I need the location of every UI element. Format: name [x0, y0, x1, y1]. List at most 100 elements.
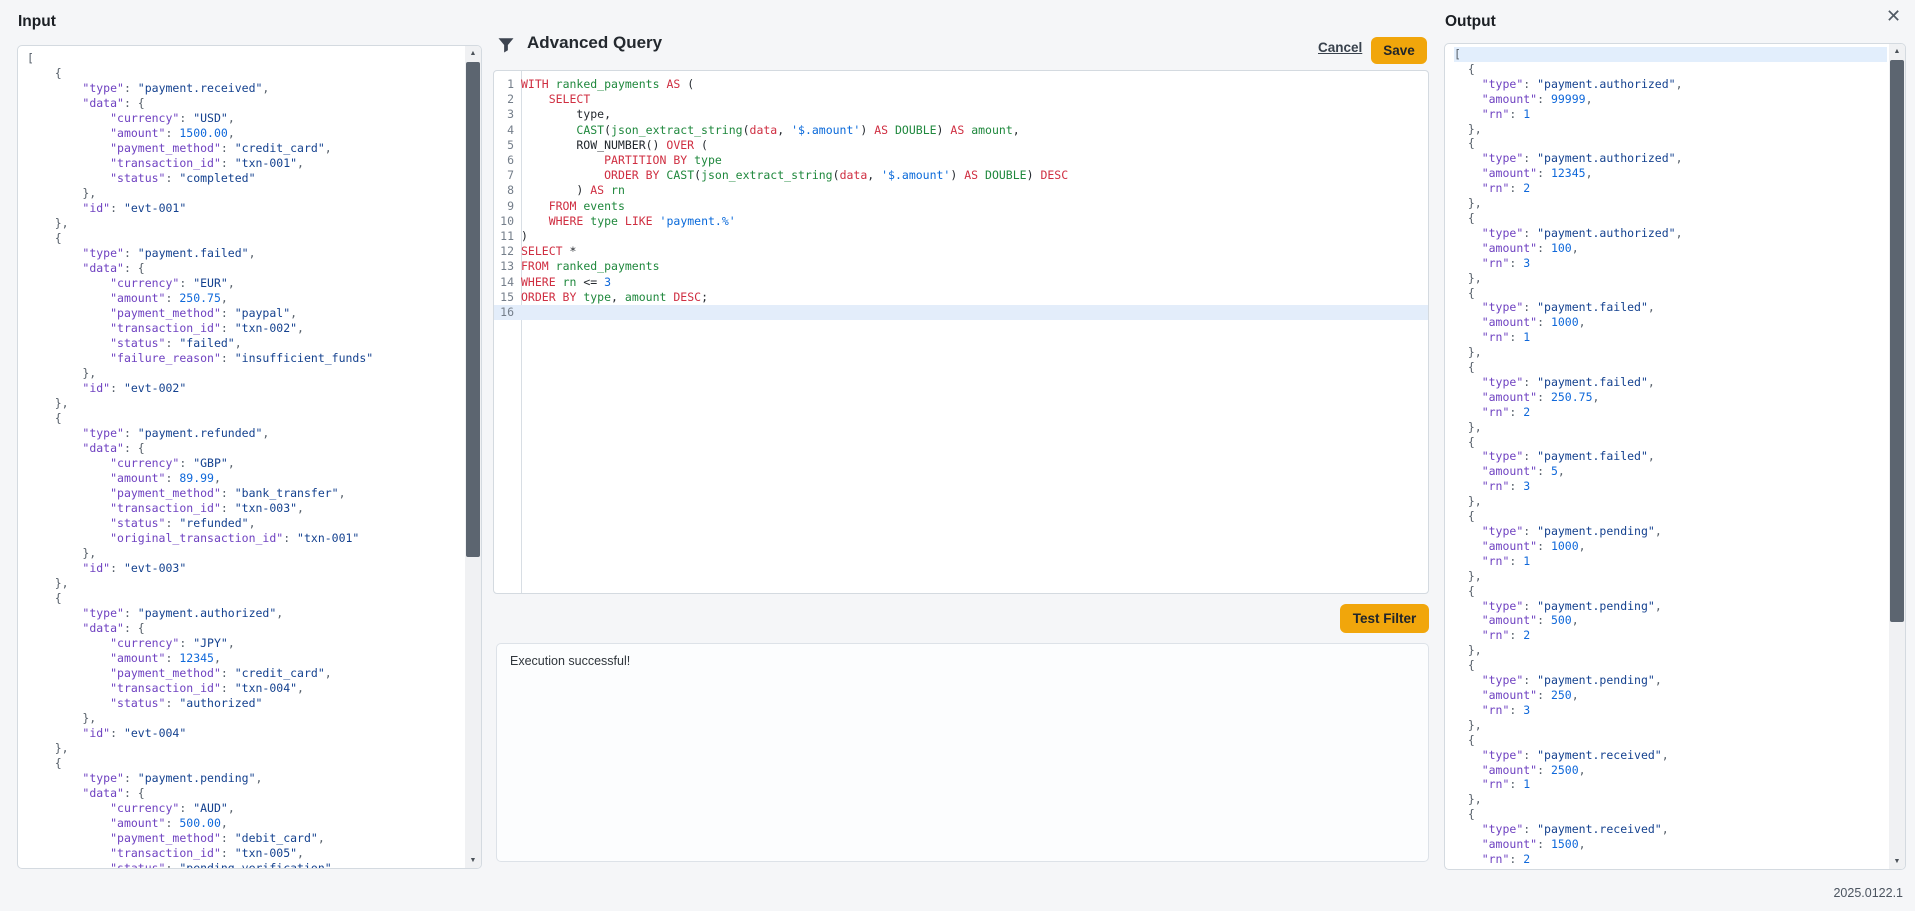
code-line: {: [1454, 435, 1887, 450]
sql-editor-row[interactable]: 16: [494, 305, 1428, 320]
sql-editor-row[interactable]: 7 ORDER BY CAST(json_extract_string(data…: [494, 168, 1428, 183]
code-line: "amount": 12345,: [27, 651, 463, 666]
code-line: "type": "payment.failed",: [1454, 449, 1887, 464]
scroll-down-icon[interactable]: ▼: [465, 853, 481, 868]
code-line: },: [1454, 643, 1887, 658]
sql-editor-row[interactable]: 3 type,: [494, 107, 1428, 122]
code-line: },: [27, 546, 463, 561]
input-panel-title: Input: [18, 13, 56, 31]
line-number: 10: [494, 214, 521, 229]
code-line: "rn": 2: [1454, 181, 1887, 196]
sql-editor-row[interactable]: 2 SELECT: [494, 92, 1428, 107]
code-line: },: [27, 741, 463, 756]
sql-code-line: ) AS rn: [521, 183, 1428, 198]
code-line: },: [27, 366, 463, 381]
code-line: },: [1454, 569, 1887, 584]
code-line: "amount": 12345,: [1454, 166, 1887, 181]
scroll-up-icon[interactable]: ▲: [465, 46, 481, 61]
code-line: {: [1454, 807, 1887, 822]
sql-editor-row[interactable]: 4 CAST(json_extract_string(data, '$.amou…: [494, 123, 1428, 138]
execution-result-box: Execution successful!: [496, 643, 1429, 862]
code-line: "rn": 2: [1454, 405, 1887, 420]
code-line: "rn": 1: [1454, 777, 1887, 792]
line-number: 3: [494, 107, 521, 122]
line-number: 5: [494, 138, 521, 153]
code-line: "rn": 3: [1454, 703, 1887, 718]
input-scrollbar-thumb[interactable]: [466, 62, 480, 557]
test-filter-button[interactable]: Test Filter: [1340, 604, 1429, 633]
code-line: "rn": 1: [1454, 554, 1887, 569]
code-line: {: [1454, 733, 1887, 748]
sql-editor-lines: 1WITH ranked_payments AS (2 SELECT3 type…: [494, 71, 1428, 320]
sql-code-line: SELECT *: [521, 244, 1428, 259]
code-line: "amount": 99999,: [1454, 92, 1887, 107]
sql-editor-row[interactable]: 12SELECT *: [494, 244, 1428, 259]
output-scrollbar[interactable]: ▲ ▼: [1889, 44, 1905, 869]
line-number: 12: [494, 244, 521, 259]
sql-code-line: ): [521, 229, 1428, 244]
code-line: "payment_method": "paypal",: [27, 306, 463, 321]
sql-editor-row[interactable]: 9 FROM events: [494, 199, 1428, 214]
version-label: 2025.0122.1: [1700, 886, 1903, 900]
code-line: "type": "payment.refunded",: [27, 426, 463, 441]
code-line: {: [1454, 211, 1887, 226]
code-line: "status": "refunded",: [27, 516, 463, 531]
sql-editor-row[interactable]: 14WHERE rn <= 3: [494, 275, 1428, 290]
code-line: "currency": "USD",: [27, 111, 463, 126]
close-icon[interactable]: ✕: [1886, 6, 1901, 27]
sql-editor-row[interactable]: 13FROM ranked_payments: [494, 259, 1428, 274]
sql-editor-row[interactable]: 11): [494, 229, 1428, 244]
code-line: "payment_method": "debit_card",: [27, 831, 463, 846]
line-number: 11: [494, 229, 521, 244]
scroll-down-icon[interactable]: ▼: [1889, 854, 1905, 869]
sql-editor-row[interactable]: 8 ) AS rn: [494, 183, 1428, 198]
code-line: "id": "evt-003": [27, 561, 463, 576]
line-number: 4: [494, 123, 521, 138]
code-line: "amount": 1500,: [1454, 837, 1887, 852]
sql-code-line: FROM events: [521, 199, 1428, 214]
save-button[interactable]: Save: [1371, 37, 1427, 64]
code-line: {: [1454, 286, 1887, 301]
sql-editor-row[interactable]: 15ORDER BY type, amount DESC;: [494, 290, 1428, 305]
sql-code-line: ORDER BY CAST(json_extract_string(data, …: [521, 168, 1428, 183]
code-line: "amount": 89.99,: [27, 471, 463, 486]
code-line: "amount": 250.75,: [1454, 390, 1887, 405]
code-line: "type": "payment.failed",: [1454, 375, 1887, 390]
sql-code-line: type,: [521, 107, 1428, 122]
code-line: "id": "evt-001": [27, 201, 463, 216]
scroll-up-icon[interactable]: ▲: [1889, 44, 1905, 59]
code-line: },: [1454, 271, 1887, 286]
code-line: },: [27, 396, 463, 411]
sql-editor-row[interactable]: 10 WHERE type LIKE 'payment.%': [494, 214, 1428, 229]
code-line: {: [27, 756, 463, 771]
cancel-button[interactable]: Cancel: [1318, 40, 1362, 55]
output-panel-title: Output: [1445, 13, 1496, 31]
sql-editor-row[interactable]: 5 ROW_NUMBER() OVER (: [494, 138, 1428, 153]
output-json-box[interactable]: [ { "type": "payment.authorized", "amoun…: [1444, 43, 1906, 870]
code-line: "status": "pending_verification": [27, 861, 463, 868]
code-line: "payment_method": "credit_card",: [27, 141, 463, 156]
code-line: "amount": 1000,: [1454, 315, 1887, 330]
line-number: 7: [494, 168, 521, 183]
code-line: "type": "payment.failed",: [27, 246, 463, 261]
output-json-lines: [ { "type": "payment.authorized", "amoun…: [1445, 44, 1889, 869]
code-line: "payment_method": "bank_transfer",: [27, 486, 463, 501]
input-json-box[interactable]: [ { "type": "payment.received", "data": …: [17, 45, 482, 869]
code-line: {: [27, 411, 463, 426]
sql-editor-row[interactable]: 1WITH ranked_payments AS (: [494, 77, 1428, 92]
code-line: {: [1454, 136, 1887, 151]
code-line: "rn": 1: [1454, 330, 1887, 345]
code-line: },: [1454, 122, 1887, 137]
code-line: },: [27, 711, 463, 726]
sql-editor[interactable]: 1WITH ranked_payments AS (2 SELECT3 type…: [493, 70, 1429, 594]
code-line: "type": "payment.pending",: [1454, 599, 1887, 614]
sql-editor-row[interactable]: 6 PARTITION BY type: [494, 153, 1428, 168]
code-line: {: [27, 591, 463, 606]
code-line: },: [1454, 867, 1887, 869]
input-scrollbar[interactable]: ▲ ▼: [465, 46, 481, 868]
code-line: "currency": "GBP",: [27, 456, 463, 471]
code-line: [: [27, 51, 463, 66]
advanced-query-modal: ✕ Input [ { "type": "payment.received", …: [0, 0, 1915, 911]
code-line: "amount": 1000,: [1454, 539, 1887, 554]
output-scrollbar-thumb[interactable]: [1890, 60, 1904, 622]
